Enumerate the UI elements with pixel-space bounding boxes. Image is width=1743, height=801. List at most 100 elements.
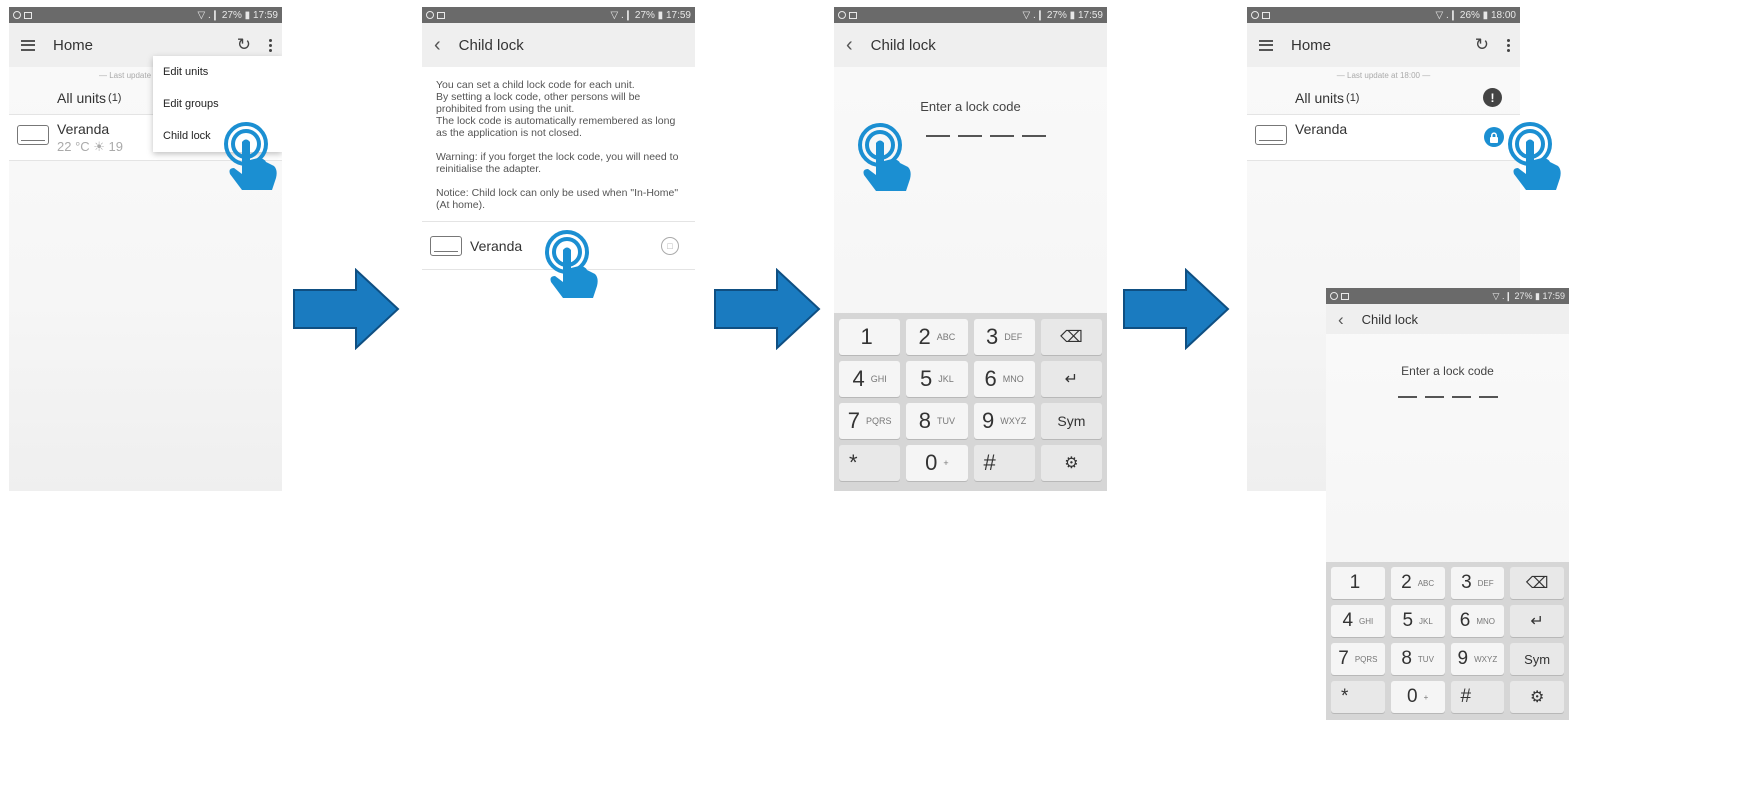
menu-item-edit-groups[interactable]: Edit groups <box>153 88 282 120</box>
code-digit-slot <box>1022 135 1046 137</box>
code-digit-slot <box>1424 396 1444 398</box>
screenshot-icon <box>437 11 445 19</box>
tap-hand-icon <box>224 122 277 190</box>
back-icon[interactable]: ‹ <box>846 35 853 55</box>
enter-key[interactable]: ↵ <box>1510 605 1564 637</box>
unit-name: Veranda <box>1295 121 1348 137</box>
key-2[interactable]: 2 ABC <box>1390 567 1445 599</box>
asterisk-key[interactable]: * <box>839 445 901 481</box>
screen-home-menu: ▽ .❙ 27% ▮ 17:59 Home ↻ — Last update Al… <box>9 7 282 491</box>
refresh-icon[interactable]: ↻ <box>237 35 251 55</box>
notification-icon <box>838 11 846 19</box>
key-6[interactable]: 6 MNO <box>973 361 1035 397</box>
key-4[interactable]: 4 GHI <box>839 361 901 397</box>
more-options-icon[interactable] <box>269 38 272 52</box>
unit-status: 22 °C ☀ 19 <box>57 139 123 154</box>
code-digit-slot <box>926 135 950 137</box>
key-5[interactable]: 5 JKL <box>906 361 968 397</box>
key-0[interactable]: 0 + <box>1390 681 1445 713</box>
numeric-keyboard: 1 2 ABC 3 DEF ⌫ 4 GHI 5 JKL 6 MNO ↵ 7 PQRS 8 TU… <box>1326 562 1569 720</box>
key-3[interactable]: 3 DEF <box>1450 567 1505 599</box>
menu-item-edit-units[interactable]: Edit units <box>153 56 282 88</box>
tap-hand-icon <box>1508 122 1561 190</box>
air-conditioner-icon <box>430 235 462 256</box>
air-conditioner-icon <box>1255 125 1287 145</box>
screen-enter-lock-code: ▽ .❙ 27% ▮ 17:59 ‹ Child lock Enter a lo… <box>834 7 1107 491</box>
unit-name: Veranda <box>470 237 523 254</box>
backspace-key[interactable]: ⌫ <box>1510 567 1564 599</box>
status-bar: ▽ .❙ 26% ▮ 18:00 <box>1247 7 1520 23</box>
status-bar-right: ▽ .❙ 27% ▮ 17:59 <box>197 9 278 21</box>
code-digit-slot <box>1451 396 1471 398</box>
notification-icon <box>13 11 21 19</box>
step-arrow-right-icon <box>1123 268 1230 350</box>
back-icon[interactable]: ‹ <box>434 35 441 55</box>
key-6[interactable]: 6 MNO <box>1450 605 1505 637</box>
status-bar: ▽ .❙ 27% ▮ 17:59 <box>834 7 1107 23</box>
key-7[interactable]: 7 PQRS <box>839 403 901 439</box>
sym-key[interactable]: Sym <box>1040 403 1102 439</box>
backspace-key[interactable]: ⌫ <box>1040 319 1102 355</box>
tap-hand-icon <box>858 123 911 191</box>
notification-icon <box>1251 11 1259 19</box>
page-title: Home <box>53 36 94 54</box>
key-1[interactable]: 1 <box>1331 567 1385 599</box>
hash-key[interactable]: # <box>1450 681 1505 713</box>
key-7[interactable]: 7 PQRS <box>1331 643 1385 675</box>
unit-name: Veranda <box>57 121 110 137</box>
key-5[interactable]: 5 JKL <box>1390 605 1445 637</box>
key-2[interactable]: 2 ABC <box>906 319 968 355</box>
unit-row-veranda[interactable]: Veranda <box>1247 115 1520 161</box>
key-1[interactable]: 1 <box>839 319 901 355</box>
status-bar: ▽ .❙ 27% ▮ 17:59 <box>9 7 282 23</box>
page-title: Child lock <box>1361 311 1419 327</box>
unlocked-status-icon[interactable]: □ <box>661 237 679 255</box>
key-0[interactable]: 0 + <box>906 445 968 481</box>
screenshot-icon <box>849 11 857 19</box>
page-title: Child lock <box>458 36 524 54</box>
hash-key[interactable]: # <box>973 445 1035 481</box>
sym-key[interactable]: Sym <box>1510 643 1564 675</box>
lock-code-prompt: Enter a lock code <box>920 99 1021 114</box>
key-8[interactable]: 8 TUV <box>906 403 968 439</box>
lock-icon[interactable] <box>1484 127 1504 147</box>
lock-code-input[interactable] <box>1326 396 1569 398</box>
page-title: Home <box>1291 36 1332 54</box>
status-bar-right: ▽ .❙ 27% ▮ 17:59 <box>610 9 691 21</box>
gear-icon: ⚙ <box>1064 455 1079 472</box>
status-bar-right: ▽ .❙ 26% ▮ 18:00 <box>1435 9 1516 21</box>
app-bar: ‹ Child lock <box>422 23 695 67</box>
key-4[interactable]: 4 GHI <box>1331 605 1385 637</box>
enter-icon: ↵ <box>1530 613 1544 630</box>
more-options-icon[interactable] <box>1507 38 1510 52</box>
lock-code-prompt: Enter a lock code <box>1401 364 1494 378</box>
backspace-icon: ⌫ <box>1525 575 1549 592</box>
back-icon[interactable]: ‹ <box>1338 311 1344 328</box>
code-digit-slot <box>1397 396 1417 398</box>
menu-icon[interactable] <box>1259 39 1273 51</box>
step-arrow-right-icon <box>293 268 400 350</box>
screenshot-icon <box>1262 11 1270 19</box>
key-9[interactable]: 9 WXYZ <box>1450 643 1505 675</box>
alert-icon[interactable]: ! <box>1483 88 1502 107</box>
settings-key[interactable]: ⚙ <box>1510 681 1564 713</box>
key-3[interactable]: 3 DEF <box>973 319 1035 355</box>
screenshot-icon <box>24 11 32 19</box>
tap-hand-icon <box>545 230 598 298</box>
refresh-icon[interactable]: ↻ <box>1475 35 1489 55</box>
app-bar: ‹ Child lock <box>834 23 1107 67</box>
enter-key[interactable]: ↵ <box>1040 361 1102 397</box>
screenshot-icon <box>1341 292 1349 300</box>
code-digit-slot <box>990 135 1014 137</box>
key-8[interactable]: 8 TUV <box>1390 643 1445 675</box>
menu-icon[interactable] <box>21 39 35 51</box>
key-9[interactable]: 9 WXYZ <box>973 403 1035 439</box>
asterisk-key[interactable]: * <box>1331 681 1385 713</box>
lock-code-input[interactable] <box>926 135 1107 137</box>
code-digit-slot <box>958 135 982 137</box>
notification-icon <box>1330 292 1338 300</box>
settings-key[interactable]: ⚙ <box>1040 445 1102 481</box>
all-units-header[interactable]: All units (1) ! <box>1247 81 1520 115</box>
page-title: Child lock <box>870 36 936 54</box>
gear-icon: ⚙ <box>1529 689 1545 706</box>
